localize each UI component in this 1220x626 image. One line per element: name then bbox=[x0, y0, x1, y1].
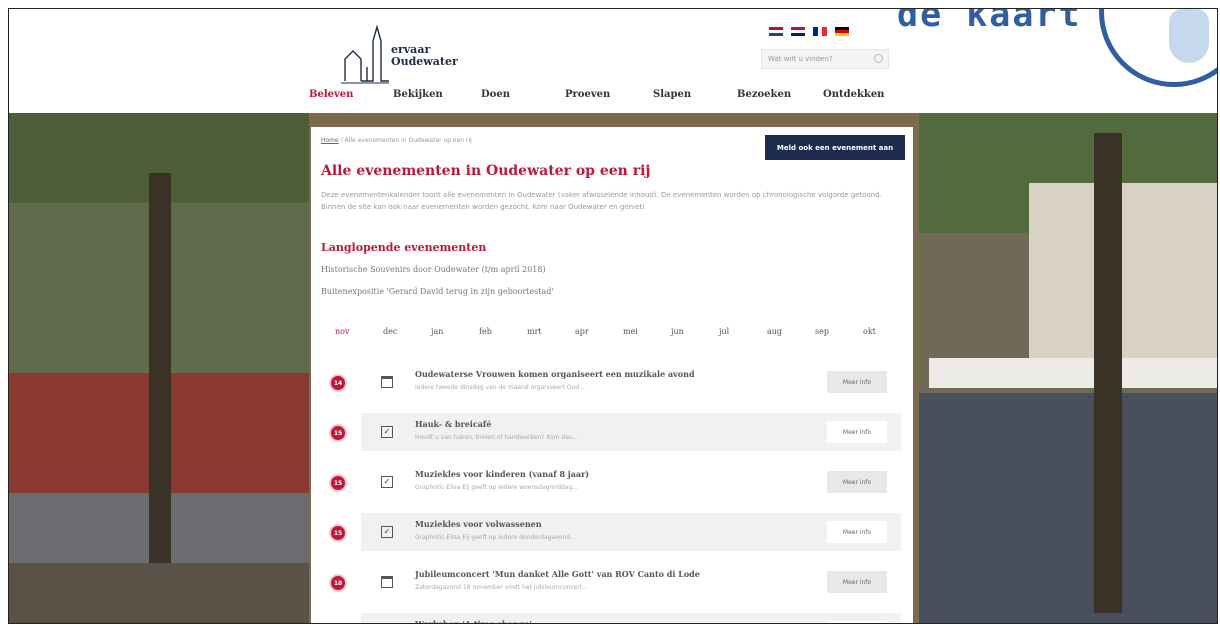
event-date-badge: 15 bbox=[329, 424, 347, 442]
stamp-figure-icon bbox=[1169, 9, 1209, 63]
event-title[interactable]: Workshop 'A time change' bbox=[415, 619, 532, 623]
breadcrumb: Home / Alle evenementen in Oudewater op … bbox=[321, 137, 472, 144]
long-running-item[interactable]: Buitenexpositie 'Gerard David terug in z… bbox=[321, 287, 554, 296]
month-tab[interactable]: aug bbox=[767, 327, 782, 336]
month-tab[interactable]: sep bbox=[815, 327, 829, 336]
month-tab[interactable]: nov bbox=[335, 327, 350, 336]
event-summary: Houdt u van haken, breien of handwerken?… bbox=[415, 434, 579, 441]
flag-fr-icon[interactable] bbox=[813, 27, 828, 36]
event-row[interactable]: 18 Jubileumconcert 'Mun danket Alle Gott'… bbox=[321, 563, 901, 601]
month-tab[interactable]: feb bbox=[479, 327, 492, 336]
month-filter: nov dec jan feb mrt apr mei jun jul aug sep okt bbox=[311, 327, 913, 343]
nav-item-bezoeken[interactable]: Bezoeken bbox=[737, 89, 791, 100]
month-tab[interactable]: apr bbox=[575, 327, 589, 336]
nav-item-proeven[interactable]: Proeven bbox=[565, 89, 610, 100]
long-running-heading: Langlopende evenementen bbox=[321, 241, 487, 254]
event-title[interactable]: Jubileumconcert 'Mun danket Alle Gott' v… bbox=[415, 569, 700, 579]
event-card[interactable]: ✓Workshop 'A time change'Meer info bbox=[361, 613, 901, 623]
stamp-logo: de kaart bbox=[897, 8, 1082, 35]
event-summary: Iedere tweede dinsdag van de maand organ… bbox=[415, 384, 585, 391]
add-event-button[interactable]: Meld ook een evenement aan bbox=[765, 135, 905, 160]
breadcrumb-current: / Alle evenementen in Oudewater op een r… bbox=[340, 137, 472, 144]
intro-text: Deze evenementenkalender toont alle even… bbox=[321, 191, 882, 211]
event-title[interactable]: Hauk- & breicafé bbox=[415, 419, 491, 429]
event-card[interactable]: ✓ Muziekles voor volwassenen Graphotic-Eli… bbox=[361, 513, 901, 551]
event-title[interactable]: Muziekles voor kinderen (vanaf 8 jaar) bbox=[415, 469, 589, 479]
language-switcher bbox=[769, 27, 849, 36]
calendar-check-icon: ✓ bbox=[381, 476, 393, 488]
event-card[interactable]: Jubileumconcert 'Mun danket Alle Gott' v… bbox=[361, 563, 901, 601]
flag-en-icon[interactable] bbox=[791, 27, 805, 36]
event-title[interactable]: Muziekles voor volwassenen bbox=[415, 519, 542, 529]
event-row[interactable]: 15 ✓ Muziekles voor volwassenen Graphotic-E… bbox=[321, 513, 901, 551]
calendar-check-icon: ✓ bbox=[381, 426, 393, 438]
event-row[interactable]: 14 Oudewaterse Vrouwen komen organiseert … bbox=[321, 363, 901, 401]
logo-line-2: Oudewater bbox=[391, 55, 458, 68]
month-tab[interactable]: jun bbox=[671, 327, 684, 336]
flag-de-icon[interactable] bbox=[835, 27, 849, 36]
event-date-badge: 15 bbox=[329, 474, 347, 492]
long-running-item[interactable]: Historische Souvenirs door Oudewater (t/… bbox=[321, 265, 546, 274]
month-tab[interactable]: mrt bbox=[527, 327, 542, 336]
nav-item-bekijken[interactable]: Bekijken bbox=[393, 89, 443, 100]
main-navigation: Beleven Bekijken Doen Proeven Slapen Bez… bbox=[309, 89, 899, 107]
event-summary: Graphotic-Elisa Eij geeft op iedere woen… bbox=[415, 484, 578, 491]
page-frame: ervaar Oudewater Wat wilt u vinden? Bele… bbox=[8, 8, 1218, 624]
event-date-badge: 15 bbox=[329, 524, 347, 542]
more-info-button[interactable]: Meer info bbox=[827, 471, 887, 493]
search-icon[interactable] bbox=[874, 54, 883, 63]
event-title[interactable]: Oudewaterse Vrouwen komen organiseert ee… bbox=[415, 369, 695, 379]
more-info-button[interactable]: Meer info bbox=[827, 521, 887, 543]
more-info-button[interactable]: Meer info bbox=[827, 621, 887, 623]
month-tab[interactable]: dec bbox=[383, 327, 397, 336]
month-tab[interactable]: jul bbox=[719, 327, 729, 336]
event-row[interactable]: 21✓Workshop 'A time change'Meer info bbox=[321, 613, 901, 623]
search-placeholder: Wat wilt u vinden? bbox=[768, 55, 833, 63]
event-card[interactable]: ✓ Muziekles voor kinderen (vanaf 8 jaar) G… bbox=[361, 463, 901, 501]
more-info-button[interactable]: Meer info bbox=[827, 371, 887, 393]
page-title: Alle evenementen in Oudewater op een rij bbox=[321, 163, 651, 179]
event-card[interactable]: ✓ Hauk- & breicafé Houdt u van haken, brei… bbox=[361, 413, 901, 451]
month-tab[interactable]: mei bbox=[623, 327, 638, 336]
nav-item-doen[interactable]: Doen bbox=[481, 89, 510, 100]
breadcrumb-home[interactable]: Home bbox=[321, 137, 339, 144]
events-panel: Home / Alle evenementen in Oudewater op … bbox=[311, 127, 913, 623]
site-logo[interactable]: ervaar Oudewater bbox=[339, 21, 489, 91]
event-summary: Graphotic-Elisa Eij geeft op iedere dond… bbox=[415, 534, 576, 541]
more-info-button[interactable]: Meer info bbox=[827, 571, 887, 593]
nav-item-slapen[interactable]: Slapen bbox=[653, 89, 691, 100]
event-date-badge: 14 bbox=[329, 374, 347, 392]
more-info-button[interactable]: Meer info bbox=[827, 421, 887, 443]
nav-item-ontdekken[interactable]: Ontdekken bbox=[823, 89, 884, 100]
event-card[interactable]: Oudewaterse Vrouwen komen organiseert ee… bbox=[361, 363, 901, 401]
site-header: ervaar Oudewater Wat wilt u vinden? Bele… bbox=[9, 9, 1217, 113]
search-input[interactable]: Wat wilt u vinden? bbox=[761, 49, 889, 69]
event-row[interactable]: 15 ✓ Muziekles voor kinderen (vanaf 8 jaar… bbox=[321, 463, 901, 501]
month-tab[interactable]: okt bbox=[863, 327, 876, 336]
event-summary: Zaterdagavond 18 november vindt het jubi… bbox=[415, 584, 588, 591]
nav-item-beleven[interactable]: Beleven bbox=[309, 89, 353, 100]
church-tower-icon bbox=[341, 24, 389, 84]
event-row[interactable]: 15 ✓ Hauk- & breicafé Houdt u van haken, br… bbox=[321, 413, 901, 451]
event-date-badge: 18 bbox=[329, 574, 347, 592]
month-tab[interactable]: jan bbox=[431, 327, 443, 336]
calendar-icon bbox=[381, 376, 393, 388]
calendar-check-icon: ✓ bbox=[381, 526, 393, 538]
flag-nl-icon[interactable] bbox=[769, 27, 783, 36]
calendar-icon bbox=[381, 576, 393, 588]
